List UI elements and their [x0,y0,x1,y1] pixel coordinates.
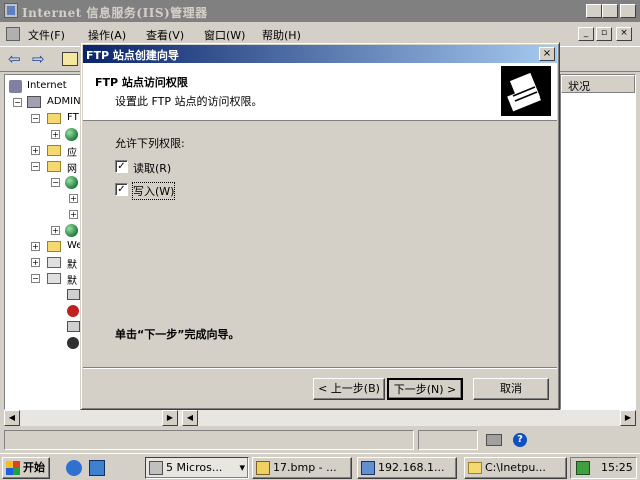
scroll-left-button[interactable]: ◀ [4,410,20,426]
task-button-paint[interactable]: 17.bmp - ... [252,457,352,479]
folder-icon [47,145,61,156]
expand-icon[interactable]: + [31,146,40,155]
ftp-site-icon [65,128,78,141]
maximize-button[interactable]: □ [602,4,618,18]
child-restore-button[interactable]: ▫ [596,27,612,41]
collapse-icon[interactable]: − [31,274,40,283]
write-checkbox[interactable]: ✓ [115,183,128,196]
child-close-button[interactable]: × [616,27,632,41]
clock[interactable]: 15:25 [601,461,633,474]
expand-icon[interactable]: + [31,242,40,251]
expand-icon[interactable]: + [31,258,40,267]
expand-icon[interactable]: + [51,226,60,235]
scroll-right-button[interactable]: ▶ [620,410,636,426]
minimize-button[interactable]: _ [586,4,602,18]
menu-window[interactable]: 窗口(W) [204,27,245,43]
folder-icon [47,161,61,172]
expand-icon[interactable]: + [69,210,78,219]
status-panel-secondary [418,430,478,450]
scroll-right-button[interactable]: ▶ [162,410,178,426]
sessions-icon [67,337,79,349]
collapse-icon[interactable]: − [31,114,40,123]
wizard-subheading: 设置此 FTP 站点的访问权限。 [115,95,263,108]
menu-view[interactable]: 查看(V) [146,27,184,43]
menu-bar: 文件(F) 操作(A) 查看(V) 窗口(W) 帮助(H) _ ▫ × [0,24,640,44]
next-button[interactable]: 下一步(N) > [387,378,463,400]
finish-hint: 单击“下一步”完成向导。 [115,328,240,341]
smtp-icon [47,257,61,268]
dialog-close-button[interactable]: × [539,47,555,61]
list-pane[interactable]: 状况 [560,74,636,410]
wizard-header: FTP 站点访问权限 设置此 FTP 站点的访问权限。 [83,63,557,121]
main-window-titlebar[interactable]: Internet 信息服务(IIS)管理器 _ □ × [0,0,640,22]
network-window-icon [361,461,375,475]
task-button-remote[interactable]: 192.168.1... [357,457,457,479]
main-window-title: Internet 信息服务(IIS)管理器 [22,6,208,20]
column-header-status[interactable]: 状况 [561,75,635,93]
back-arrow-icon[interactable]: ⇦ [8,50,21,68]
menu-help[interactable]: 帮助(H) [262,27,301,43]
folder-icon [47,113,61,124]
collapse-icon[interactable]: − [51,178,60,187]
read-checkbox[interactable]: ✓ [115,160,128,173]
dialog-titlebar[interactable]: FTP 站点创建向导 × [83,45,557,63]
help-icon[interactable]: ? [513,433,527,447]
folder-icon [47,241,61,252]
cancel-button[interactable]: 取消 [473,378,549,400]
mmc-child-icon [6,27,20,41]
expand-icon[interactable]: + [69,194,78,203]
network-status-icon [486,434,502,446]
system-tray: 15:25 [570,457,637,479]
dialog-title: FTP 站点创建向导 [86,49,179,62]
menu-action[interactable]: 操作(A) [88,27,126,43]
ftp-site-wizard-dialog: FTP 站点创建向导 × FTP 站点访问权限 设置此 FTP 站点的访问权限。… [80,42,560,410]
tray-network-icon[interactable] [576,461,590,475]
newsgroup-icon [67,289,80,300]
newsgroup-icon [67,321,80,332]
collapse-icon[interactable]: − [31,162,40,171]
start-button[interactable]: 开始 [2,457,50,479]
write-checkbox-label: 写入(W) [131,182,176,200]
menu-file[interactable]: 文件(F) [28,27,65,43]
collapse-icon[interactable]: − [13,98,22,107]
back-button[interactable]: < 上一步(B) [313,378,385,400]
computer-icon [27,96,41,108]
dialog-separator [83,367,557,369]
quick-launch-explorer-icon[interactable] [89,460,105,476]
expand-icon[interactable]: + [51,130,60,139]
status-panel-main [4,430,414,450]
up-level-icon[interactable] [62,52,78,66]
wizard-icon [501,66,551,116]
tree-pane[interactable]: Internet − ADMIN − FT + + 应 − 网 − + + + [4,74,82,410]
task-button-folder[interactable]: C:\Inetpu... [464,457,567,479]
folder-icon [468,462,482,474]
status-bar [0,428,640,452]
task-button-mmc-group[interactable]: 5 Micros... ▾ [145,457,249,479]
forward-arrow-icon[interactable]: ⇨ [32,50,45,68]
taskbar: 开始 5 Micros... ▾ 17.bmp - ... 192.168.1.… [0,453,640,480]
wizard-heading: FTP 站点访问权限 [95,76,188,89]
quick-launch-ie-icon[interactable] [66,460,82,476]
paint-icon [256,461,270,475]
windows-logo-icon [6,461,20,475]
stopped-icon [67,305,79,317]
close-button[interactable]: × [620,4,636,18]
scroll-left-button[interactable]: ◀ [182,410,198,426]
child-minimize-button[interactable]: _ [578,27,594,41]
mmc-group-icon [149,461,163,475]
permissions-group-label: 允许下列权限: [115,137,185,150]
iis-root-icon [9,80,22,93]
web-site-icon [65,224,78,237]
iis-app-icon [4,3,18,18]
nntp-icon [47,273,61,284]
horizontal-scrollbar[interactable]: ◀ ▶ ◀ ▶ [4,410,636,426]
web-site-icon [65,176,78,189]
read-checkbox-label: 读取(R) [133,162,172,175]
